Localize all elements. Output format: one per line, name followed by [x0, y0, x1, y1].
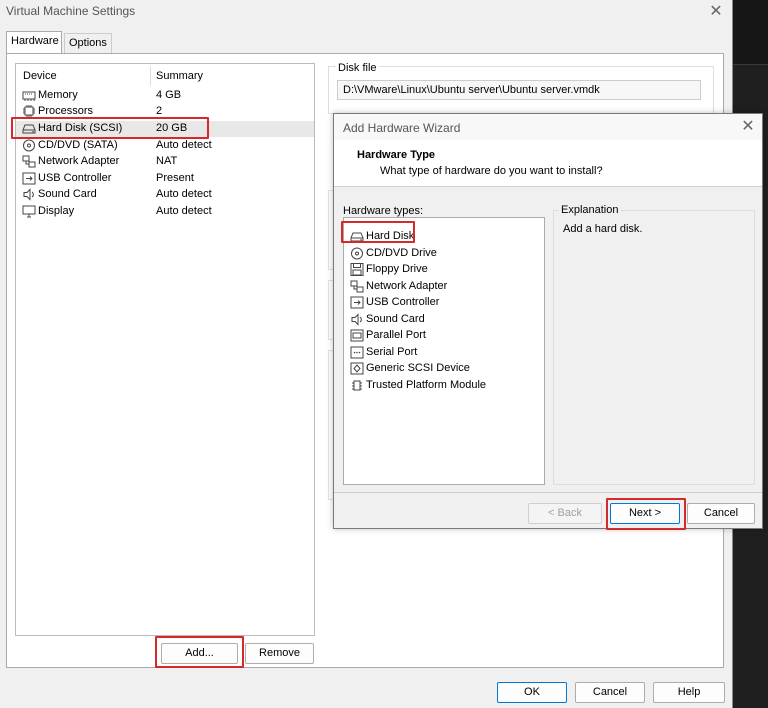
network-adapter-icon [22, 155, 36, 168]
cd-dvd-icon [23, 139, 35, 152]
ok-button[interactable]: OK [497, 682, 567, 703]
device-summary: 4 GB [156, 89, 182, 101]
hardware-type-label: Sound Card [366, 313, 425, 325]
cd-dvd-icon [351, 247, 363, 260]
hardware-type-tpm[interactable]: Trusted Platform Module [344, 378, 544, 394]
explanation-label: Explanation [559, 204, 621, 216]
background-band [733, 0, 768, 64]
annotation-highlight-add-button [155, 636, 244, 668]
background-divider [733, 64, 768, 65]
hardware-type-network-adapter[interactable]: Network Adapter [344, 279, 544, 295]
memory-icon [22, 91, 36, 101]
device-name: USB Controller [38, 172, 112, 184]
wizard-header: Hardware Type What type of hardware do y… [334, 140, 762, 187]
hardware-type-label: Network Adapter [366, 280, 448, 292]
annotation-highlight-hard-disk-type [341, 221, 415, 243]
wizard-cancel-button[interactable]: Cancel [687, 503, 755, 524]
tpm-icon [352, 380, 362, 391]
floppy-icon [350, 263, 364, 276]
wizard-heading: Hardware Type [357, 149, 436, 161]
display-icon [22, 205, 36, 218]
window-title: Virtual Machine Settings [6, 4, 136, 18]
hardware-type-label: CD/DVD Drive [366, 247, 437, 259]
device-name: Network Adapter [38, 155, 120, 167]
column-header-device[interactable]: Device [23, 70, 57, 84]
help-button[interactable]: Help [653, 682, 725, 703]
hardware-type-usb-controller[interactable]: USB Controller [344, 295, 544, 311]
usb-icon [350, 296, 364, 309]
device-name: CD/DVD (SATA) [38, 139, 118, 151]
device-row-usb-controller[interactable]: USB Controller Present [16, 171, 314, 187]
column-header-summary[interactable]: Summary [156, 70, 203, 84]
device-row-memory[interactable]: Memory 4 GB [16, 88, 314, 104]
hardware-type-label: USB Controller [366, 296, 440, 308]
device-name: Memory [38, 89, 78, 101]
hardware-types-list[interactable]: Hard Disk CD/DVD Drive Floppy Drive Netw… [343, 217, 545, 485]
explanation-text: Add a hard disk. [563, 223, 643, 235]
hardware-type-parallel-port[interactable]: Parallel Port [344, 328, 544, 344]
sound-card-icon [23, 188, 34, 201]
device-summary: Auto detect [156, 188, 212, 200]
device-name: Processors [38, 105, 94, 117]
hardware-type-cd-dvd[interactable]: CD/DVD Drive [344, 246, 544, 262]
hardware-type-floppy[interactable]: Floppy Drive [344, 262, 544, 278]
scsi-device-icon [350, 362, 364, 375]
hardware-type-label: Parallel Port [366, 329, 426, 341]
hardware-type-label: Serial Port [366, 346, 418, 358]
remove-button[interactable]: Remove [245, 643, 314, 664]
hardware-type-label: Floppy Drive [366, 263, 428, 275]
explanation-group [553, 210, 755, 485]
device-row-sound-card[interactable]: Sound Card Auto detect [16, 187, 314, 203]
hardware-type-label: Trusted Platform Module [366, 379, 487, 391]
cancel-button[interactable]: Cancel [575, 682, 645, 703]
column-divider[interactable] [150, 66, 151, 86]
device-row-display[interactable]: Display Auto detect [16, 204, 314, 220]
device-name: Sound Card [38, 188, 97, 200]
vm-titlebar: Virtual Machine Settings ✕ [0, 0, 733, 24]
device-name: Display [38, 205, 75, 217]
annotation-highlight-hard-disk-row [11, 117, 209, 139]
tab-options[interactable]: Options [64, 33, 112, 53]
hardware-type-label: Generic SCSI Device [366, 362, 470, 374]
sound-card-icon [351, 313, 362, 326]
wizard-footer-divider [334, 492, 762, 493]
wizard-titlebar: Add Hardware Wizard ✕ [334, 114, 762, 140]
device-row-network-adapter[interactable]: Network Adapter NAT [16, 154, 314, 170]
device-summary: Auto detect [156, 139, 212, 151]
add-hardware-wizard: Add Hardware Wizard ✕ Hardware Type What… [333, 113, 763, 530]
device-summary: Auto detect [156, 205, 212, 217]
device-list[interactable]: Device Summary Memory 4 GB Processors 2 … [15, 63, 315, 636]
wizard-close-icon[interactable]: ✕ [738, 117, 758, 137]
serial-port-icon [350, 346, 364, 359]
wizard-subheading: What type of hardware do you want to ins… [380, 165, 603, 177]
annotation-highlight-next-button [606, 498, 686, 530]
parallel-port-icon [350, 329, 364, 342]
disk-file-path[interactable]: D:\VMware\Linux\Ubuntu server\Ubuntu ser… [337, 80, 701, 100]
close-icon[interactable]: ✕ [705, 2, 727, 22]
disk-file-label: Disk file [336, 62, 379, 74]
usb-icon [22, 172, 36, 185]
hardware-type-generic-scsi[interactable]: Generic SCSI Device [344, 361, 544, 377]
wizard-title: Add Hardware Wizard [343, 121, 461, 135]
hardware-type-serial-port[interactable]: Serial Port [344, 345, 544, 361]
hardware-types-label: Hardware types: [343, 205, 424, 217]
tab-hardware[interactable]: Hardware [6, 31, 62, 53]
back-button[interactable]: < Back [528, 503, 602, 524]
device-summary: NAT [156, 155, 178, 167]
network-adapter-icon [350, 280, 364, 293]
device-summary: Present [156, 172, 194, 184]
device-summary: 2 [156, 105, 163, 117]
device-row-cd-dvd[interactable]: CD/DVD (SATA) Auto detect [16, 138, 314, 154]
hardware-type-sound-card[interactable]: Sound Card [344, 312, 544, 328]
